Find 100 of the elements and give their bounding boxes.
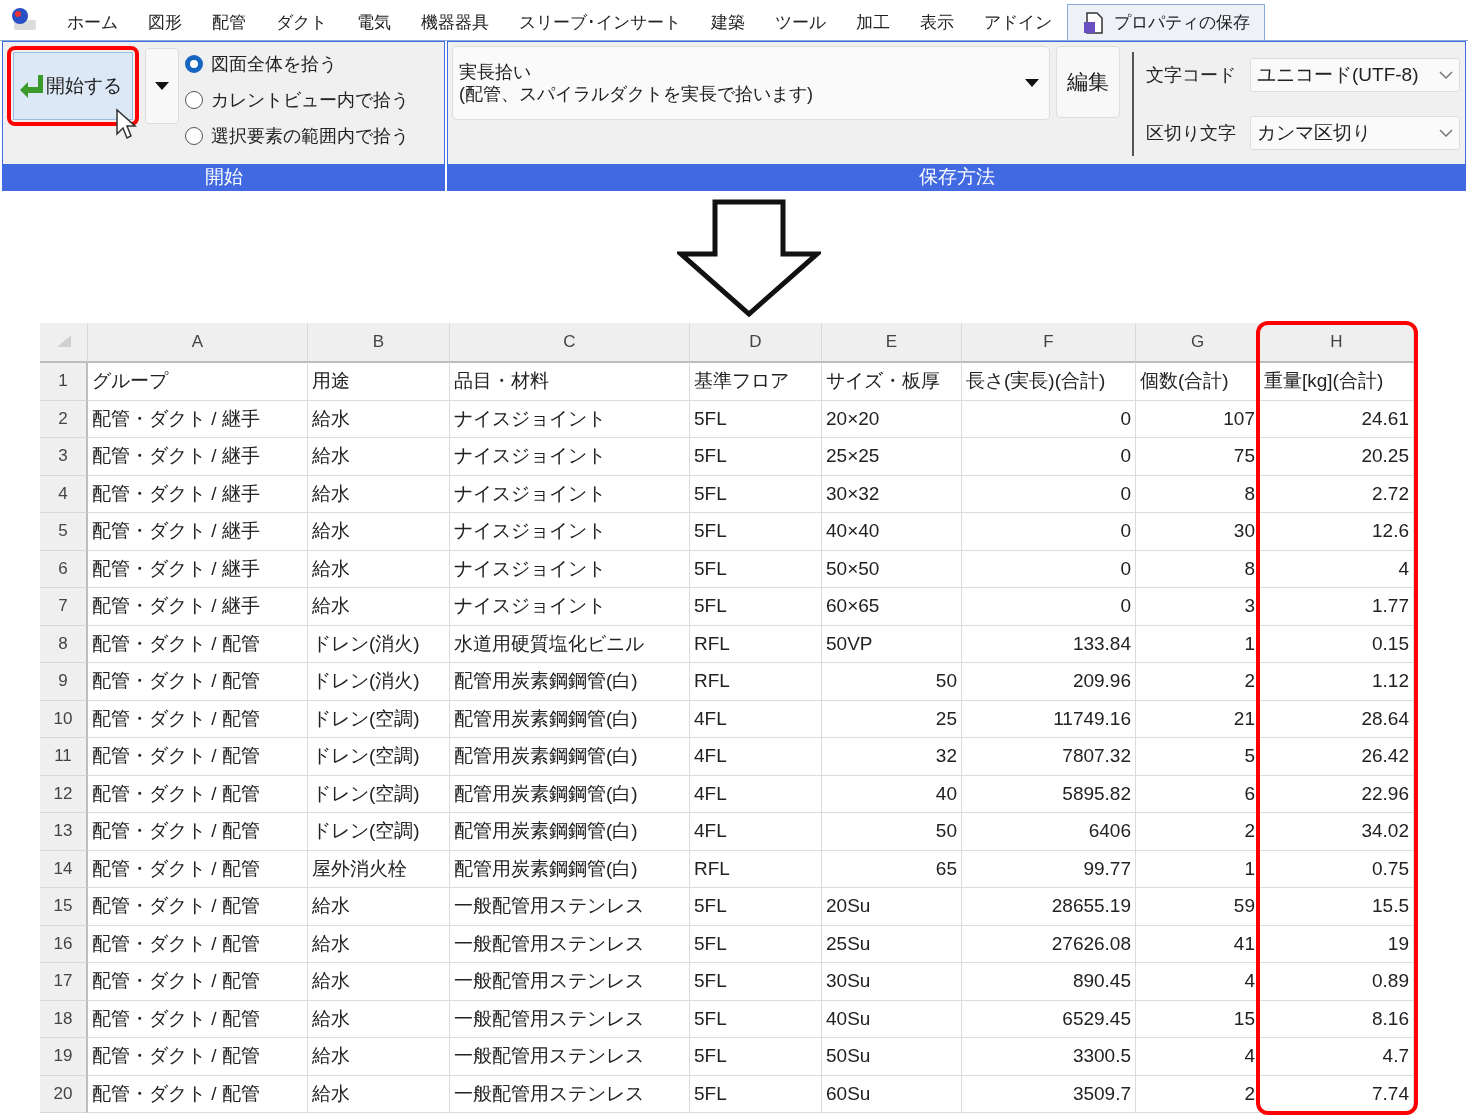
row-header[interactable]: 18 — [40, 1000, 88, 1038]
table-cell: 22.96 — [1260, 775, 1414, 813]
table-cell: 30 — [1136, 513, 1260, 551]
table-cell: 4FL — [690, 738, 822, 776]
row-header[interactable]: 2 — [40, 400, 88, 438]
table-cell: 11749.16 — [962, 700, 1136, 738]
scope-radio-option[interactable]: 選択要素の範囲内で拾う — [185, 124, 409, 148]
table-cell: 給水 — [308, 513, 450, 551]
table-cell: 65 — [822, 850, 962, 888]
ribbon-tab[interactable]: 機器器具 — [406, 4, 504, 40]
radio-button[interactable] — [185, 55, 203, 73]
table-cell: 7.74 — [1260, 1075, 1414, 1113]
table-cell: 6 — [1136, 775, 1260, 813]
table-cell: ナイスジョイント — [450, 513, 690, 551]
row-header[interactable]: 16 — [40, 925, 88, 963]
mouse-pointer-icon — [115, 108, 139, 140]
ribbon-tab[interactable]: 建築 — [696, 4, 760, 40]
table-cell: RFL — [690, 625, 822, 663]
table-cell: 5FL — [690, 588, 822, 626]
setting-label: 区切り文字 — [1146, 122, 1236, 145]
ribbon-tab[interactable]: ツール — [760, 4, 841, 40]
row-header[interactable]: 8 — [40, 625, 88, 663]
table-cell: 12.6 — [1260, 513, 1414, 551]
table-cell: 50×50 — [822, 550, 962, 588]
table-cell: 1.77 — [1260, 588, 1414, 626]
radio-button[interactable] — [185, 127, 203, 145]
table-cell: 21 — [1136, 700, 1260, 738]
row-header[interactable]: 11 — [40, 738, 88, 776]
table-cell: 26.42 — [1260, 738, 1414, 776]
setting-dropdown[interactable]: カンマ区切り — [1250, 116, 1460, 150]
row-header[interactable]: 19 — [40, 1038, 88, 1076]
setting-dropdown[interactable]: ユニコード(UTF-8) — [1250, 58, 1460, 92]
ribbon-tab[interactable]: アドイン — [969, 4, 1067, 40]
table-cell: 0 — [962, 513, 1136, 551]
row-header[interactable]: 15 — [40, 888, 88, 926]
table-cell: 給水 — [308, 963, 450, 1001]
ribbon-tab[interactable]: プロパティの保存 — [1067, 4, 1265, 40]
column-header[interactable]: F — [962, 323, 1136, 363]
table-cell: 配管・ダクト / 配管 — [88, 813, 308, 851]
row-header[interactable]: 9 — [40, 663, 88, 701]
ribbon-tab[interactable]: ダクト — [261, 4, 342, 40]
table-cell: 給水 — [308, 588, 450, 626]
row-header[interactable]: 6 — [40, 550, 88, 588]
table-cell: 給水 — [308, 1038, 450, 1076]
row-header[interactable]: 10 — [40, 700, 88, 738]
table-cell: 0 — [962, 588, 1136, 626]
row-header[interactable]: 7 — [40, 588, 88, 626]
table-cell: ナイスジョイント — [450, 588, 690, 626]
table-cell: 配管・ダクト / 配管 — [88, 1075, 308, 1113]
ribbon-tab[interactable]: ホーム — [52, 4, 133, 40]
ribbon-tab[interactable]: 配管 — [197, 4, 261, 40]
header-cell: サイズ・板厚 — [822, 363, 962, 401]
table-cell: 0 — [962, 438, 1136, 476]
row-header[interactable]: 5 — [40, 513, 88, 551]
table-cell: 1.12 — [1260, 663, 1414, 701]
scope-radio-option[interactable]: 図面全体を拾う — [185, 52, 409, 76]
radio-button[interactable] — [185, 91, 203, 109]
column-header[interactable]: E — [822, 323, 962, 363]
ribbon-tab[interactable]: 電気 — [342, 4, 406, 40]
table-cell: 配管・ダクト / 継手 — [88, 400, 308, 438]
header-cell: 基準フロア — [690, 363, 822, 401]
start-button[interactable]: 開始する — [13, 52, 133, 120]
table-cell: 一般配管用ステンレス — [450, 1075, 690, 1113]
row-header[interactable]: 17 — [40, 963, 88, 1001]
return-arrow-icon — [18, 73, 44, 99]
table-cell: 30×32 — [822, 475, 962, 513]
ribbon-tab[interactable]: 表示 — [905, 4, 969, 40]
column-header[interactable]: A — [88, 323, 308, 363]
scope-radio-option[interactable]: カレントビュー内で拾う — [185, 88, 409, 112]
row-header[interactable]: 14 — [40, 850, 88, 888]
row-header[interactable]: 1 — [40, 363, 88, 401]
table-cell: 34.02 — [1260, 813, 1414, 851]
column-header[interactable]: B — [308, 323, 450, 363]
row-header[interactable]: 4 — [40, 475, 88, 513]
table-cell: 5FL — [690, 888, 822, 926]
method-dropdown[interactable]: 実長拾い (配管、スパイラルダクトを実長で拾います) — [452, 46, 1050, 120]
ribbon-tab[interactable]: スリーブ･インサート — [504, 4, 696, 40]
column-header[interactable]: G — [1136, 323, 1260, 363]
table-cell: 配管・ダクト / 配管 — [88, 850, 308, 888]
table-cell: 給水 — [308, 1075, 450, 1113]
column-header[interactable]: C — [450, 323, 690, 363]
table-cell: 3 — [1136, 588, 1260, 626]
row-header[interactable]: 3 — [40, 438, 88, 476]
table-cell: 水道用硬質塩化ビニル — [450, 625, 690, 663]
table-cell: 3509.7 — [962, 1075, 1136, 1113]
table-cell: 一般配管用ステンレス — [450, 1000, 690, 1038]
ribbon-tab[interactable]: 図形 — [133, 4, 197, 40]
table-cell: 133.84 — [962, 625, 1136, 663]
dropdown-button[interactable] — [145, 48, 179, 124]
row-header[interactable]: 12 — [40, 775, 88, 813]
edit-button[interactable]: 編集 — [1056, 46, 1120, 118]
table-cell: 40×40 — [822, 513, 962, 551]
ribbon-tab[interactable]: 加工 — [841, 4, 905, 40]
column-header[interactable]: D — [690, 323, 822, 363]
caret-icon — [1025, 79, 1039, 87]
table-cell: 配管・ダクト / 継手 — [88, 475, 308, 513]
column-header[interactable]: H — [1260, 323, 1414, 363]
table-cell: 一般配管用ステンレス — [450, 925, 690, 963]
row-header[interactable]: 20 — [40, 1075, 88, 1113]
row-header[interactable]: 13 — [40, 813, 88, 851]
